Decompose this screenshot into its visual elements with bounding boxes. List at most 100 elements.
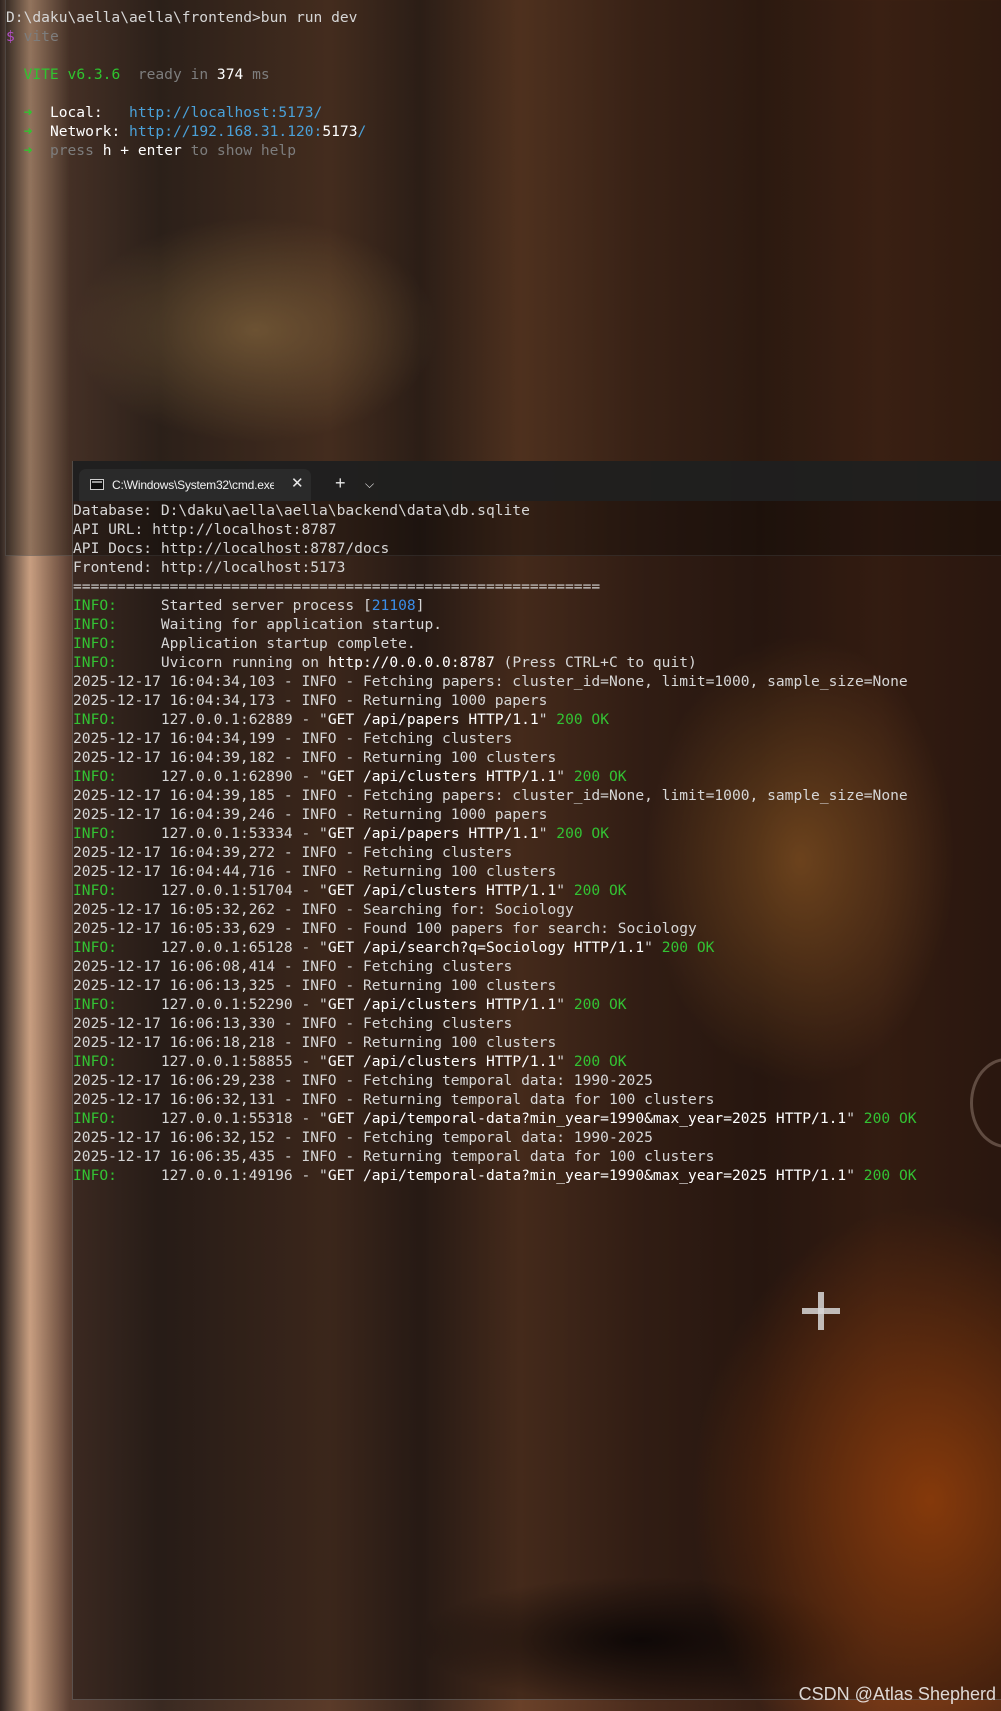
help-keys: h + enter xyxy=(102,142,182,159)
status-text: 200 OK xyxy=(556,825,609,842)
request-text: GET /api/clusters HTTP/1.1 xyxy=(327,1053,557,1070)
request-quote: " xyxy=(556,996,566,1013)
log-line: 2025-12-17 16:04:39,246 - INFO - Returni… xyxy=(73,806,548,823)
info-level: INFO: xyxy=(73,711,117,728)
header-line: Database: D:\daku\aella\aella\backend\da… xyxy=(73,502,530,519)
info-level: INFO: xyxy=(73,825,117,842)
started-pre: Started server process [ xyxy=(160,597,372,614)
status-text: 200 OK xyxy=(573,1053,627,1070)
network-url-link[interactable]: http://192.168.31.120:5173/ xyxy=(129,123,366,140)
request-quote: " xyxy=(538,825,548,842)
network-url-line: ➜ Network: http://192.168.31.120:5173/ xyxy=(6,122,367,141)
info-level: INFO: xyxy=(73,616,117,633)
log-line: 2025-12-17 16:06:32,152 - INFO - Fetchin… xyxy=(73,1129,653,1146)
client-address: 127.0.0.1:49196 - " xyxy=(160,1167,328,1184)
network-url-host: http://192.168.31.120: xyxy=(129,123,323,140)
uvicorn-pre: Uvicorn running on xyxy=(160,654,328,671)
request-quote: " xyxy=(846,1167,855,1184)
request-log-line: INFO: 127.0.0.1:62889 - "GET /api/papers… xyxy=(73,710,917,729)
client-address: 127.0.0.1:62889 - " xyxy=(160,711,328,728)
arrow-icon: ➜ xyxy=(23,123,33,140)
client-address: 127.0.0.1:52290 - " xyxy=(160,996,328,1013)
request-log-line: INFO: 127.0.0.1:52290 - "GET /api/cluste… xyxy=(73,995,917,1014)
arrow-icon: ➜ xyxy=(23,142,33,159)
log-line: 2025-12-17 16:04:34,103 - INFO - Fetchin… xyxy=(73,673,908,690)
client-address: 127.0.0.1:62890 - " xyxy=(160,768,328,785)
script-name: vite xyxy=(23,28,59,45)
log-line: 2025-12-17 16:05:32,262 - INFO - Searchi… xyxy=(73,901,574,918)
request-quote: " xyxy=(538,711,548,728)
info-level: INFO: xyxy=(73,597,117,614)
request-quote: " xyxy=(556,1053,566,1070)
script-symbol: $ xyxy=(6,28,15,45)
close-icon[interactable]: ✕ xyxy=(291,474,304,494)
terminal-titlebar[interactable]: C:\Windows\System32\cmd.exe ✕ + ⌵ xyxy=(73,461,1001,501)
network-url-port: 5173 xyxy=(322,123,358,140)
local-url-line: ➜ Local: http://localhost:5173/ xyxy=(6,103,366,122)
log-line: 2025-12-17 16:06:32,131 - INFO - Returni… xyxy=(73,1091,715,1108)
request-text: GET /api/temporal-data?min_year=1990&max… xyxy=(327,1110,847,1127)
status-text: 200 OK xyxy=(863,1167,917,1184)
help-press: press xyxy=(49,142,94,159)
crosshair-cursor-icon xyxy=(802,1292,840,1330)
request-text: GET /api/search?q=Sociology HTTP/1.1 xyxy=(327,939,645,956)
cmd-terminal-window[interactable]: C:\Windows\System32\cmd.exe ✕ + ⌵ Databa… xyxy=(72,461,1001,1700)
log-line: 2025-12-17 16:06:18,218 - INFO - Returni… xyxy=(73,1034,557,1051)
new-tab-button[interactable]: + xyxy=(335,474,346,492)
startup-line: INFO: Started server process [21108] xyxy=(73,596,917,615)
request-text: GET /api/clusters HTTP/1.1 xyxy=(327,768,557,785)
cmd-icon xyxy=(90,479,104,490)
status-text: 200 OK xyxy=(573,768,627,785)
status-text: 200 OK xyxy=(573,996,627,1013)
info-level: INFO: xyxy=(73,996,117,1013)
client-address: 127.0.0.1:65128 - " xyxy=(160,939,328,956)
local-url-link[interactable]: http://localhost:5173/ xyxy=(129,104,322,121)
client-address: 127.0.0.1:53334 - " xyxy=(160,825,328,842)
request-text: GET /api/temporal-data?min_year=1990&max… xyxy=(327,1167,847,1184)
log-line: 2025-12-17 16:06:29,238 - INFO - Fetchin… xyxy=(73,1072,653,1089)
ready-ms: 374 xyxy=(216,66,244,83)
log-line: 2025-12-17 16:06:35,435 - INFO - Returni… xyxy=(73,1148,715,1165)
chevron-down-icon[interactable]: ⌵ xyxy=(365,476,374,492)
request-text: GET /api/papers HTTP/1.1 xyxy=(327,825,539,842)
request-log-line: INFO: 127.0.0.1:58855 - "GET /api/cluste… xyxy=(73,1052,917,1071)
log-line: 2025-12-17 16:04:44,716 - INFO - Returni… xyxy=(73,863,557,880)
log-line: 2025-12-17 16:06:13,330 - INFO - Fetchin… xyxy=(73,1015,513,1032)
command-line: D:\daku\aella\aella\frontend>bun run dev xyxy=(6,8,366,27)
info-level: INFO: xyxy=(73,635,117,652)
ready-unit: ms xyxy=(252,66,270,83)
network-label: Network: xyxy=(49,123,121,140)
vite-terminal-output: D:\daku\aella\aella\frontend>bun run dev… xyxy=(6,8,366,160)
info-level: INFO: xyxy=(73,768,117,785)
log-line: 2025-12-17 16:05:33,629 - INFO - Found 1… xyxy=(73,920,697,937)
help-line: ➜ press h + enter to show help xyxy=(6,141,366,160)
client-address: 127.0.0.1:51704 - " xyxy=(160,882,328,899)
request-quote: " xyxy=(644,939,653,956)
request-text: GET /api/papers HTTP/1.1 xyxy=(327,711,539,728)
separator-line: ========================================… xyxy=(73,578,601,595)
help-rest: to show help xyxy=(190,142,296,159)
request-log-line: INFO: 127.0.0.1:51704 - "GET /api/cluste… xyxy=(73,881,917,900)
client-address: 127.0.0.1:55318 - " xyxy=(160,1110,328,1127)
log-line: 2025-12-17 16:06:08,414 - INFO - Fetchin… xyxy=(73,958,513,975)
info-level: INFO: xyxy=(73,939,117,956)
startup-line: INFO: Application startup complete. xyxy=(73,634,917,653)
command-text: D:\daku\aella\aella\frontend>bun run dev xyxy=(6,9,358,26)
arrow-icon: ➜ xyxy=(23,104,33,121)
log-line: 2025-12-17 16:04:39,182 - INFO - Returni… xyxy=(73,749,557,766)
local-label: Local: xyxy=(49,104,103,121)
uvicorn-url: http://0.0.0.0:8787 xyxy=(327,654,495,671)
log-line: 2025-12-17 16:04:34,199 - INFO - Fetchin… xyxy=(73,730,513,747)
complete-text: Application startup complete. xyxy=(160,635,416,652)
header-line: Frontend: http://localhost:5173 xyxy=(73,559,346,576)
request-log-line: INFO: 127.0.0.1:49196 - "GET /api/tempor… xyxy=(73,1166,917,1185)
info-level: INFO: xyxy=(73,1167,117,1184)
request-text: GET /api/clusters HTTP/1.1 xyxy=(327,882,557,899)
vite-version: v6.3.6 xyxy=(67,66,121,83)
request-log-line: INFO: 127.0.0.1:65128 - "GET /api/search… xyxy=(73,938,917,957)
crosshair-v xyxy=(818,1292,824,1330)
log-line: 2025-12-17 16:04:39,185 - INFO - Fetchin… xyxy=(73,787,908,804)
tab-cmd[interactable]: C:\Windows\System32\cmd.exe ✕ xyxy=(79,469,311,501)
